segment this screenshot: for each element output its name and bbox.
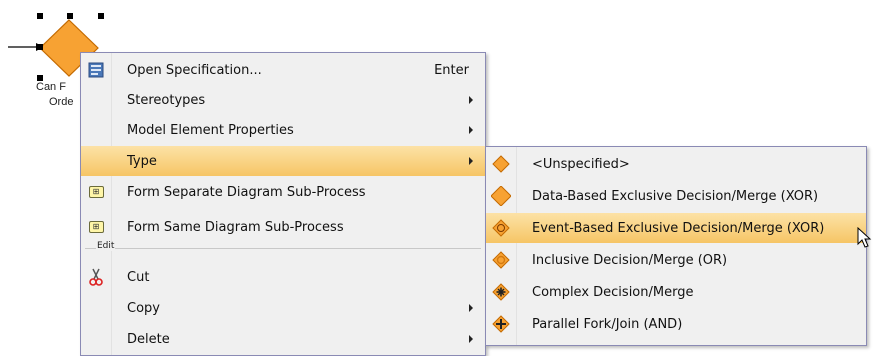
menu-item-open-specification[interactable]: Open Specification... Enter (81, 55, 485, 85)
sub-process-icon: ⊞ (88, 221, 104, 233)
submenu-arrow-icon (469, 304, 473, 312)
type-item-event-based-xor[interactable]: Event-Based Exclusive Decision/Merge (XO… (486, 213, 866, 243)
gateway-parallel-icon (486, 309, 516, 339)
type-item-label: Event-Based Exclusive Decision/Merge (XO… (532, 220, 825, 236)
gateway-data-xor-icon (486, 181, 516, 211)
menu-item-form-separate-diagram-sub-process[interactable]: ⊞ Form Separate Diagram Sub-Process (81, 177, 485, 207)
menu-item-label: Model Element Properties (127, 122, 294, 138)
menu-item-label: Form Same Diagram Sub-Process (127, 219, 344, 235)
menu-item-form-same-diagram-sub-process[interactable]: ⊞ Form Same Diagram Sub-Process (81, 212, 485, 242)
specification-icon (81, 55, 111, 85)
selection-handle-left[interactable] (37, 44, 43, 50)
gateway-label-line-1: Can F (36, 81, 66, 93)
context-menu: Open Specification... Enter Stereotypes … (80, 52, 486, 356)
type-submenu: <Unspecified> Data-Based Exclusive Decis… (485, 146, 867, 346)
type-item-unspecified[interactable]: <Unspecified> (486, 149, 866, 179)
sub-process-icon: ⊞ (88, 186, 104, 198)
menu-item-label: Cut (127, 269, 150, 285)
menu-item-accelerator: Enter (434, 62, 469, 78)
menu-item-label: Delete (127, 331, 170, 347)
menu-separator (85, 248, 481, 249)
submenu-arrow-icon (469, 335, 473, 343)
type-item-inclusive-or[interactable]: Inclusive Decision/Merge (OR) (486, 245, 866, 275)
submenu-arrow-icon (469, 126, 473, 134)
scissors-icon (81, 262, 111, 292)
mouse-cursor-icon (857, 227, 872, 248)
menu-item-label: Type (127, 153, 157, 169)
selection-handle-top[interactable] (67, 13, 73, 19)
gateway-label-line-2: Orde (49, 96, 74, 108)
type-item-complex[interactable]: Complex Decision/Merge (486, 277, 866, 307)
menu-item-cut[interactable]: Cut (81, 262, 485, 292)
menu-item-delete[interactable]: Delete (81, 324, 485, 354)
type-item-label: <Unspecified> (532, 156, 630, 172)
menu-item-label: Open Specification... (127, 62, 262, 78)
menu-item-label: Stereotypes (127, 92, 206, 108)
menu-item-model-element-properties[interactable]: Model Element Properties (81, 115, 485, 145)
menu-section-edit: Edit (81, 240, 485, 256)
type-item-label: Inclusive Decision/Merge (OR) (532, 252, 728, 268)
type-item-parallel-and[interactable]: Parallel Fork/Join (AND) (486, 309, 866, 339)
submenu-arrow-icon (469, 96, 473, 104)
gateway-event-xor-icon (486, 213, 516, 243)
selection-handle-top-left[interactable] (37, 13, 43, 19)
type-item-data-based-xor[interactable]: Data-Based Exclusive Decision/Merge (XOR… (486, 181, 866, 211)
submenu-arrow-icon (469, 157, 473, 165)
menu-item-stereotypes[interactable]: Stereotypes (81, 85, 485, 115)
gateway-inclusive-icon (486, 245, 516, 275)
menu-item-copy[interactable]: Copy (81, 293, 485, 323)
menu-item-type[interactable]: Type (81, 146, 485, 176)
gateway-complex-icon (486, 277, 516, 307)
type-item-label: Data-Based Exclusive Decision/Merge (XOR… (532, 188, 819, 204)
selection-handle-top-right[interactable] (98, 13, 104, 19)
menu-item-label: Form Separate Diagram Sub-Process (127, 184, 366, 200)
menu-item-label: Copy (127, 300, 160, 316)
type-item-label: Parallel Fork/Join (AND) (532, 316, 683, 332)
menu-section-label: Edit (96, 241, 116, 251)
type-item-label: Complex Decision/Merge (532, 284, 694, 300)
gateway-unspecified-icon (486, 149, 516, 179)
